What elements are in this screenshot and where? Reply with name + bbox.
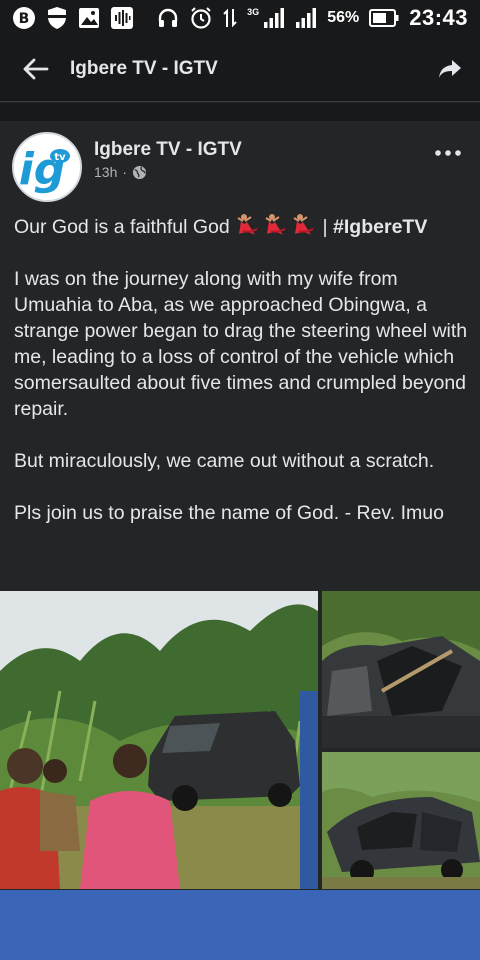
shield-icon (46, 6, 68, 30)
svg-text:tv: tv (54, 152, 66, 163)
bottom-bar (0, 890, 480, 960)
post-paragraph-3: Pls join us to praise the name of God. -… (14, 502, 444, 524)
voice-recorder-icon (110, 6, 134, 30)
hashtag-link[interactable]: #IgbereTV (333, 216, 427, 238)
section-divider (0, 103, 480, 121)
post-meta: 13h · (94, 164, 147, 180)
page-title: Igbere TV - IGTV (70, 57, 218, 79)
status-bar: B 3G 56% 23:43 (0, 0, 480, 36)
gallery-icon (78, 7, 100, 29)
battery-percent: 56% (327, 9, 360, 26)
caption-line: Our God is a faithful God | #IgbereTV (14, 213, 468, 240)
dancer-emoji-icon (265, 214, 286, 235)
post-text: Our God is a faithful God | #IgbereTV I … (14, 213, 468, 526)
post-author[interactable]: Igbere TV - IGTV (94, 139, 242, 161)
back-button[interactable] (0, 36, 70, 102)
headphones-icon (157, 7, 179, 29)
back-arrow-icon (23, 58, 49, 79)
post-card: ig tv Igbere TV - IGTV 13h · Our God is … (0, 121, 480, 890)
post-paragraph-2: But miraculously, we came out without a … (14, 450, 435, 472)
data-transfer-icon (223, 7, 237, 29)
post-header: ig tv Igbere TV - IGTV 13h · (0, 121, 480, 202)
alarm-icon (189, 6, 213, 30)
globe-icon (132, 165, 147, 179)
battery-icon (369, 9, 399, 27)
svg-text:B: B (19, 11, 30, 27)
photo-crash-scene-people[interactable] (0, 591, 318, 889)
caption-text: Our God is a faithful God (14, 216, 230, 238)
network-type-label: 3G (247, 7, 260, 17)
more-dots-icon (435, 150, 461, 156)
signal-icon-1 (263, 8, 285, 28)
dancer-emoji-icon (237, 214, 258, 235)
meta-separator: · (122, 164, 128, 180)
dancer-emoji-icons (235, 213, 317, 237)
avatar[interactable]: ig tv (12, 132, 82, 202)
caption-separator: | (322, 216, 328, 238)
bitcoin-app-icon: B (12, 6, 36, 30)
post-paragraph-1: I was on the journey along with my wife … (14, 268, 468, 420)
app-bar: Igbere TV - IGTV (0, 36, 480, 102)
more-options-button[interactable] (432, 141, 464, 165)
clock-time: 23:43 (409, 5, 468, 30)
share-arrow-icon (439, 59, 461, 78)
photo-crashed-car-side[interactable] (322, 752, 480, 889)
post-time[interactable]: 13h (94, 164, 117, 180)
photo-grid (0, 591, 480, 889)
share-button[interactable] (420, 36, 480, 102)
photo-crushed-car-roof[interactable] (322, 591, 480, 748)
signal-icon-2 (295, 8, 317, 28)
dancer-emoji-icon (293, 214, 314, 235)
igtv-logo-icon: ig tv (14, 134, 80, 200)
